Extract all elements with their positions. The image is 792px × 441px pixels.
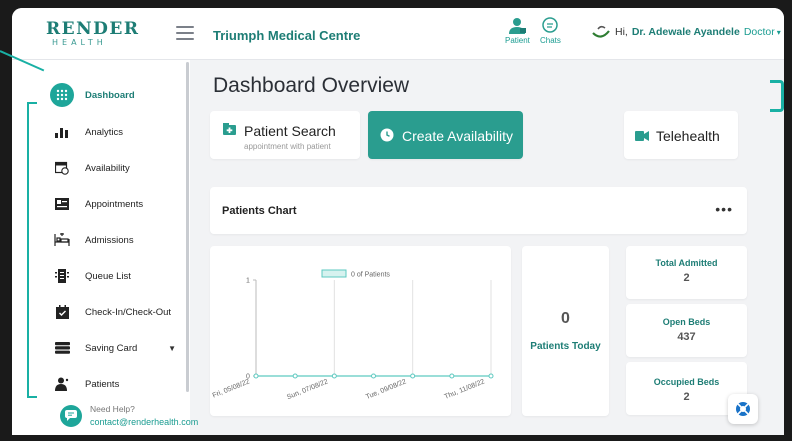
legend-label: 0 of Patients xyxy=(351,272,390,279)
patients-today-label: Patients Today xyxy=(530,341,601,352)
logo-main-text: RENDER xyxy=(46,19,140,39)
patient-icon xyxy=(509,18,527,34)
sidebar-item-label: Dashboard xyxy=(85,89,135,101)
sidebar-item-label: Appointments xyxy=(85,198,144,210)
grid-icon xyxy=(50,83,74,107)
greeting-text: Hi, xyxy=(615,26,628,38)
user-role: Doctor xyxy=(743,26,775,38)
chat-icon xyxy=(542,17,559,33)
open-beds-value: 437 xyxy=(677,331,696,343)
legend-swatch xyxy=(321,269,347,278)
bar-chart-icon xyxy=(52,122,72,142)
chats-label: Chats xyxy=(540,36,561,45)
user-name: Dr. Adewale Ayandele xyxy=(631,26,740,38)
user-avatar-icon xyxy=(592,25,610,38)
video-camera-icon xyxy=(635,131,649,141)
sidebar-item-saving-card[interactable]: Saving Card ▼ xyxy=(52,336,182,360)
sidebar-item-label: Saving Card xyxy=(85,342,138,354)
menu-toggle-icon[interactable] xyxy=(176,26,194,40)
sidebar-item-label: Queue List xyxy=(85,270,131,282)
calendar-check-icon xyxy=(52,302,72,322)
sidebar-item-analytics[interactable]: Analytics xyxy=(52,120,182,144)
decorative-bracket-right xyxy=(770,80,784,112)
data-point xyxy=(488,373,494,379)
open-beds-card: Open Beds 437 xyxy=(626,304,747,357)
x-tick-label: Thu, 11/08/22 xyxy=(444,378,486,401)
sidebar-item-label: Analytics xyxy=(85,126,124,138)
page-title: Dashboard Overview xyxy=(213,74,410,97)
patient-button[interactable]: Patient xyxy=(505,17,530,45)
help-email-link[interactable]: contact@renderhealth.com xyxy=(90,417,198,427)
appointment-card-icon xyxy=(52,194,72,214)
calendar-clock-icon xyxy=(52,158,72,178)
user-menu[interactable]: Hi, Dr. Adewale Ayandele Doctor ▾ xyxy=(592,25,781,39)
telehealth-card[interactable]: Telehealth xyxy=(624,111,738,159)
x-tick-label: Sun, 07/08/22 xyxy=(286,378,329,401)
medical-folder-icon xyxy=(223,123,236,135)
patient-search-subtitle: appointment with patient xyxy=(244,142,331,151)
help-title: Need Help? xyxy=(90,404,135,414)
telehealth-title: Telehealth xyxy=(656,128,720,144)
patients-today-card: 0 Patients Today xyxy=(522,246,609,416)
data-point xyxy=(410,373,416,379)
hospital-bed-icon xyxy=(52,230,72,250)
patients-icon xyxy=(52,374,72,394)
patient-search-title: Patient Search xyxy=(244,123,336,139)
top-header: RENDER HEALTH Triumph Medical Centre Pat… xyxy=(12,8,784,60)
chevron-down-icon: ▾ xyxy=(776,27,781,37)
caret-down-icon[interactable]: ▼ xyxy=(168,344,176,353)
sidebar-item-label: Check-In/Check-Out xyxy=(85,306,172,318)
create-availability-card[interactable]: Create Availability xyxy=(368,111,523,159)
x-tick-label: Fri, 05/08/22 xyxy=(212,378,251,399)
data-point xyxy=(449,373,455,379)
sidebar-item-label: Availability xyxy=(85,162,130,174)
decorative-bracket-left xyxy=(27,102,37,398)
patients-today-value: 0 xyxy=(561,310,570,327)
support-button[interactable] xyxy=(728,394,758,424)
sidebar: Dashboard Analytics Availability Appoint… xyxy=(12,60,198,435)
data-point xyxy=(371,373,376,379)
sidebar-item-label: Admissions xyxy=(85,234,134,246)
chat-bubble-icon[interactable] xyxy=(60,404,82,427)
sidebar-item-check-in-check-out[interactable]: Check-In/Check-Out xyxy=(52,300,182,324)
patients-line-chart-card: 0 of Patients 0 1 Fri, 05/08/22 Sun, 07/08/2… xyxy=(210,246,511,416)
sidebar-item-admissions[interactable]: Admissions xyxy=(52,228,182,252)
sidebar-item-availability[interactable]: Availability xyxy=(52,156,182,180)
total-admitted-value: 2 xyxy=(683,272,690,284)
sidebar-item-appointments[interactable]: Appointments xyxy=(52,192,182,216)
data-point xyxy=(331,373,337,379)
sidebar-item-dashboard[interactable]: Dashboard xyxy=(50,83,182,107)
patient-search-card[interactable]: Patient Search appointment with patient xyxy=(210,111,360,159)
total-admitted-label: Total Admitted xyxy=(655,258,718,268)
patients-chart-title: Patients Chart xyxy=(222,205,297,217)
data-point xyxy=(292,373,298,379)
need-help: Need Help? contact@renderhealth.com xyxy=(60,404,198,427)
more-options-icon[interactable]: ••• xyxy=(715,201,733,217)
app-frame: RENDER HEALTH Triumph Medical Centre Pat… xyxy=(12,8,784,435)
sidebar-item-label: Patients xyxy=(85,378,120,390)
logo-sub-text: HEALTH xyxy=(52,38,107,47)
open-beds-label: Open Beds xyxy=(662,317,711,327)
occupied-beds-label: Occupied Beds xyxy=(653,377,720,387)
render-health-logo[interactable]: RENDER HEALTH xyxy=(46,21,139,47)
chats-button[interactable]: Chats xyxy=(540,17,561,45)
clinic-name: Triumph Medical Centre xyxy=(213,28,361,43)
sidebar-item-queue-list[interactable]: Queue List xyxy=(52,264,182,288)
sidebar-item-patients[interactable]: Patients xyxy=(52,372,182,396)
queue-list-icon xyxy=(52,266,72,286)
card-stack-icon xyxy=(52,338,72,358)
create-availability-title: Create Availability xyxy=(402,128,514,144)
total-admitted-card: Total Admitted 2 xyxy=(626,246,747,299)
sidebar-scrollbar[interactable] xyxy=(186,62,189,392)
x-tick-label: Tue, 09/08/22 xyxy=(365,378,408,401)
patients-line-chart: 0 of Patients01Fri, 05/08/22 Sun, 07/08/2… xyxy=(212,269,494,401)
patients-chart-header: Patients Chart ••• xyxy=(210,187,747,234)
patient-label: Patient xyxy=(505,36,530,45)
clock-icon xyxy=(380,128,394,142)
lifebuoy-icon xyxy=(736,402,750,416)
y-tick-label: 1 xyxy=(246,278,250,285)
data-point xyxy=(253,373,259,379)
